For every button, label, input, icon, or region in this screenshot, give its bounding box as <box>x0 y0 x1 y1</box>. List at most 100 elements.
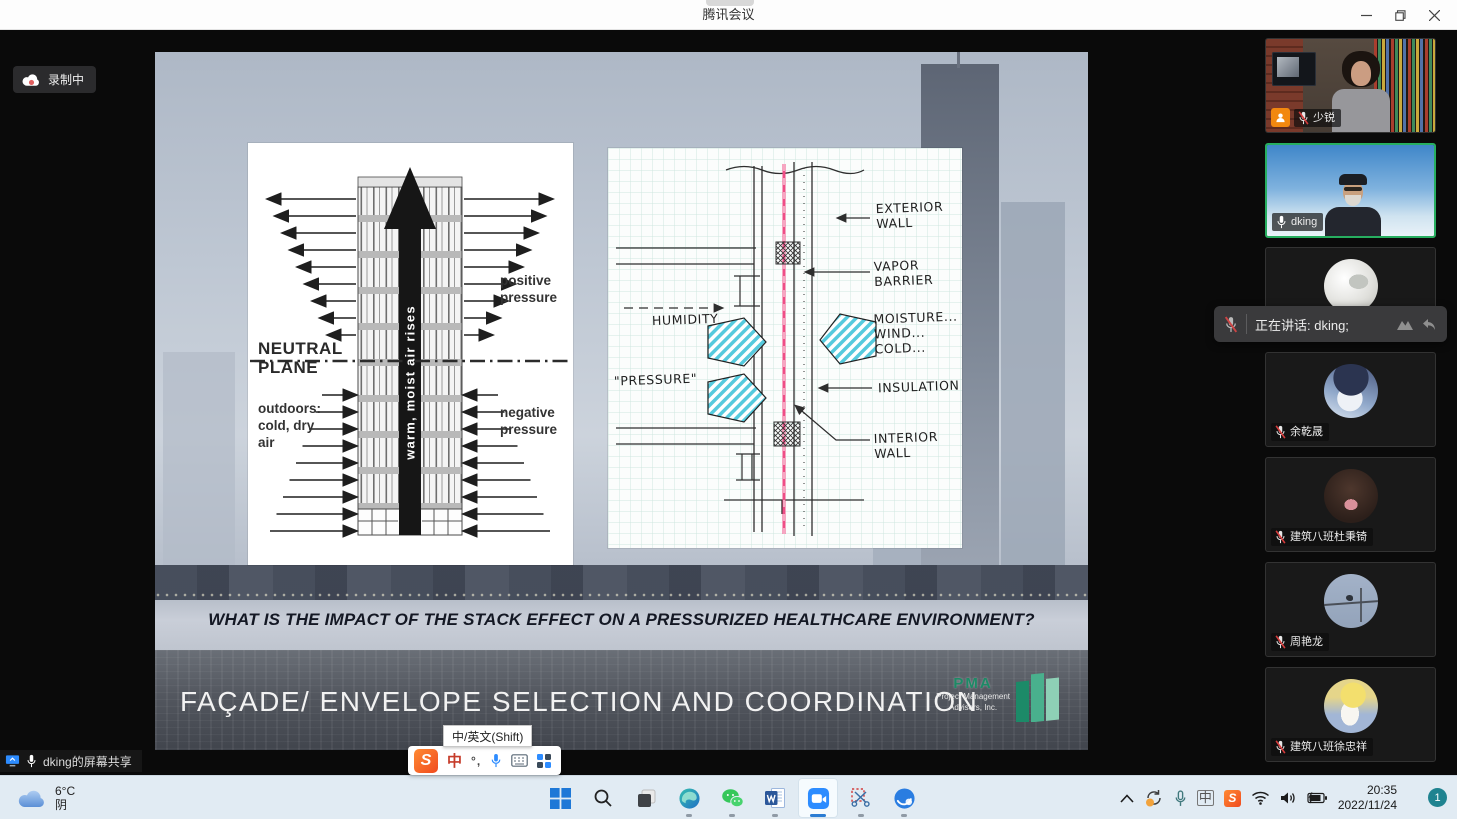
ime-toolbar: S 中 °, <box>408 746 561 775</box>
participant-name: dking <box>1291 215 1317 229</box>
anime-avatar <box>1324 364 1378 418</box>
cartoon-avatar <box>1324 679 1378 733</box>
hidden-icons-chevron[interactable] <box>1120 794 1134 803</box>
task-view-icon <box>636 788 657 809</box>
neutral-plane-label: NEUTRAL PLANE <box>258 339 343 377</box>
host-badge <box>1271 108 1290 127</box>
window-title: 腾讯会议 <box>0 0 1457 30</box>
interior-wall-label: INTERIOR WALL <box>873 429 938 461</box>
notification-badge[interactable]: 1 <box>1428 788 1447 807</box>
edge-browser-button[interactable] <box>669 778 709 818</box>
wifi-icon[interactable] <box>1251 791 1270 805</box>
participant-tile-dking[interactable]: dking <box>1265 143 1436 238</box>
snip-tool-icon <box>850 787 872 809</box>
screen-share-label: dking的屏幕共享 <box>43 753 132 770</box>
participant-tile-xuzhongxiang[interactable]: 建筑八班徐忠祥 <box>1265 667 1436 762</box>
sogou-logo[interactable]: S <box>414 749 438 773</box>
mic-muted-icon <box>1224 316 1238 333</box>
screen-share-banner[interactable]: dking的屏幕共享 <box>0 750 142 772</box>
weather-condition: 阴 <box>55 798 75 812</box>
slide-title: FAÇADE/ ENVELOPE SELECTION AND COORDINAT… <box>180 686 978 718</box>
participant-tile-zhouyanlong[interactable]: 周艳龙 <box>1265 562 1436 657</box>
person-body <box>1325 207 1381 238</box>
pma-company-line2: Advisors, Inc. <box>936 703 1010 713</box>
participant-name: 余乾晟 <box>1290 425 1323 439</box>
participant-name: 周艳龙 <box>1290 635 1323 649</box>
pma-company-line1: Project Management <box>936 692 1010 702</box>
search-icon <box>593 788 613 808</box>
mic-muted-icon <box>1275 425 1286 439</box>
mic-on-icon <box>26 754 37 768</box>
toast-divider <box>1246 314 1247 334</box>
raise-hands-icon[interactable] <box>1395 316 1415 332</box>
mic-muted-icon <box>1275 740 1286 754</box>
battery-icon[interactable] <box>1307 792 1328 804</box>
city-lights <box>155 592 1088 600</box>
positive-pressure-label: positive pressure <box>500 273 557 307</box>
minimize-button[interactable] <box>1349 0 1383 30</box>
running-indicator <box>901 814 907 817</box>
participant-tile-yuqiansheng[interactable]: 余乾晟 <box>1265 352 1436 447</box>
pma-acronym: PMA <box>936 675 1010 692</box>
ime-voice-icon[interactable] <box>490 753 502 768</box>
recording-label: 录制中 <box>48 71 84 88</box>
windows-start-icon <box>550 788 571 809</box>
participant-tile-dubingqi[interactable]: 建筑八班杜秉锜 <box>1265 457 1436 552</box>
running-indicator <box>729 814 735 817</box>
reply-arrow-icon[interactable] <box>1420 316 1437 332</box>
insulation-label: INSULATION <box>878 378 960 396</box>
qq-browser-button[interactable] <box>884 778 924 818</box>
word-button[interactable] <box>755 778 795 818</box>
person-sunglasses <box>1344 187 1362 191</box>
tower-antenna <box>957 52 960 68</box>
search-button[interactable] <box>583 778 623 818</box>
inset-screen <box>1272 52 1316 86</box>
start-button[interactable] <box>540 778 580 818</box>
sync-icon[interactable] <box>1144 789 1164 807</box>
running-indicator <box>772 814 778 817</box>
ime-punctuation-button[interactable]: °, <box>471 754 481 768</box>
taskbar-apps <box>540 778 924 818</box>
pma-logo: PMA Project Management Advisors, Inc. <box>936 666 1062 722</box>
window-controls <box>1349 0 1451 30</box>
weather-cloud-icon <box>18 789 46 808</box>
tencent-meeting-icon <box>807 787 830 810</box>
tray-sogou-icon[interactable]: S <box>1224 790 1241 807</box>
shared-screen-slide: warm, moist air rises NEUTRAL PLANE posi… <box>155 52 1088 750</box>
tray-ime-mode[interactable]: 中 <box>1197 790 1214 806</box>
background-tower <box>163 352 235 565</box>
weather-widget[interactable]: 6°C 阴 <box>12 776 81 819</box>
humidity-label: HUMIDITY <box>652 311 719 328</box>
moon-avatar <box>1324 259 1378 313</box>
word-icon <box>764 787 786 809</box>
restore-button[interactable] <box>1383 0 1417 30</box>
taskbar-clock[interactable]: 20:35 2022/11/24 <box>1338 783 1397 813</box>
recording-indicator[interactable]: 录制中 <box>13 66 96 93</box>
stack-effect-diagram: warm, moist air rises NEUTRAL PLANE posi… <box>248 143 573 565</box>
tray-mic-icon[interactable] <box>1174 790 1187 807</box>
bird-avatar <box>1324 574 1378 628</box>
mic-muted-icon <box>1275 530 1286 544</box>
avatar-pole <box>1360 588 1362 622</box>
windows-taskbar: 6°C 阴 <box>0 775 1457 819</box>
tencent-meeting-button[interactable] <box>798 778 838 818</box>
pressure-label: "PRESSURE" <box>614 371 698 389</box>
volume-icon[interactable] <box>1280 791 1297 805</box>
cloud-record-icon <box>22 73 41 87</box>
exterior-wall-label: EXTERIOR WALL <box>875 199 943 231</box>
background-tower <box>1001 202 1065 565</box>
mic-muted-icon <box>1298 111 1309 125</box>
person-cap <box>1339 174 1367 185</box>
wechat-button[interactable] <box>712 778 752 818</box>
task-view-button[interactable] <box>626 778 666 818</box>
snip-tool-button[interactable] <box>841 778 881 818</box>
close-button[interactable] <box>1417 0 1451 30</box>
ime-mode-button[interactable]: 中 <box>447 750 462 771</box>
participant-tile-shaorui[interactable]: 少锐 <box>1265 38 1436 133</box>
running-indicator <box>686 814 692 817</box>
desktop: 腾讯会议 录制中 <box>0 0 1457 819</box>
ime-toolbox-icon[interactable] <box>537 754 551 768</box>
ime-keyboard-icon[interactable] <box>511 754 528 767</box>
negative-pressure-label: negative pressure <box>500 405 557 439</box>
pma-blocks-icon <box>1016 666 1062 722</box>
